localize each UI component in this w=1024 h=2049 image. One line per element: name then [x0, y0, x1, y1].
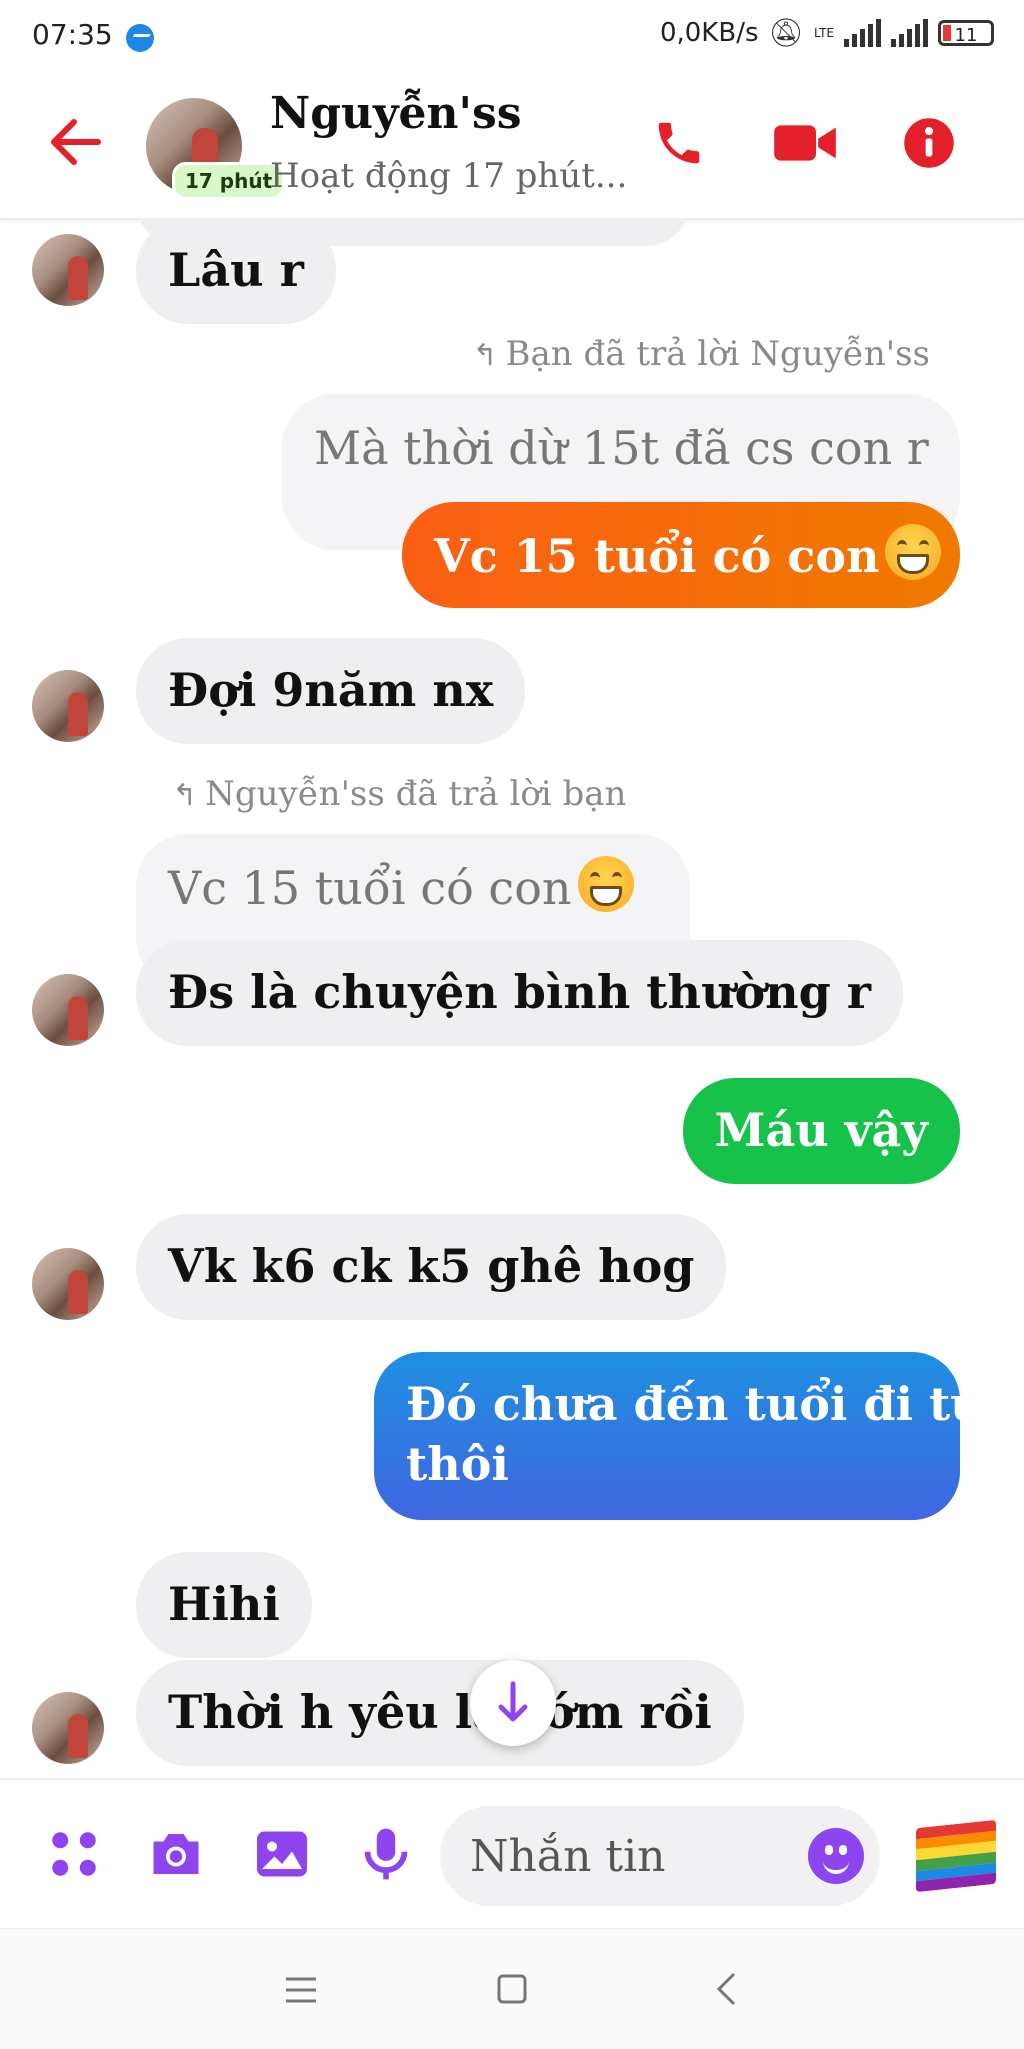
grinning-emoji-icon: [885, 524, 942, 580]
back-arrow-icon[interactable]: [46, 116, 102, 168]
status-bar: 07:35 0,0KB/s 🔕︎ LTE 11: [0, 0, 1024, 72]
microphone-icon[interactable]: [358, 1824, 414, 1884]
message-sent[interactable]: Đó chưa đến tuổi đi tù thôi: [374, 1352, 984, 1520]
reply-note: ↰ Bạn đã trả lời Nguyễn'ss: [472, 334, 930, 374]
composer-bar: [0, 1778, 1024, 1930]
apps-grid-icon[interactable]: [44, 1824, 104, 1884]
emoji-icon[interactable]: [808, 1828, 864, 1884]
arrow-down-icon: [498, 1681, 528, 1722]
message-received[interactable]: Đợi 9năm nx: [136, 638, 526, 744]
rainbow-flag-icon[interactable]: [916, 1819, 996, 1893]
reply-arrow-icon: ↰: [472, 338, 498, 373]
home-square-icon[interactable]: [496, 1973, 528, 2005]
status-time: 07:35: [32, 18, 113, 51]
sender-avatar[interactable]: [32, 1692, 104, 1764]
menu-icon[interactable]: [284, 1975, 318, 2005]
battery-level: 11: [954, 24, 978, 46]
network-type: LTE: [814, 25, 834, 40]
image-icon[interactable]: [252, 1824, 312, 1884]
message-received[interactable]: Thời h yêu là sớm rồi: [136, 1660, 744, 1766]
message-sent[interactable]: Vc 15 tuổi có con: [402, 502, 960, 608]
message-received[interactable]: Đs là chuyện bình thường r: [136, 940, 903, 1046]
info-icon[interactable]: [902, 116, 956, 170]
active-time-badge: 17 phút: [172, 162, 286, 200]
sender-avatar[interactable]: [32, 974, 104, 1046]
message-sent[interactable]: Máu vậy: [682, 1078, 960, 1184]
back-chevron-icon[interactable]: [714, 1971, 738, 2007]
camera-icon[interactable]: [146, 1824, 206, 1884]
message-received[interactable]: Hihi: [136, 1552, 312, 1658]
reply-note: ↰ Nguyễn'ss đã trả lời bạn: [172, 774, 627, 814]
scroll-to-bottom-button[interactable]: [470, 1660, 556, 1746]
status-indicators: 0,0KB/s 🔕︎ LTE 11: [660, 16, 994, 49]
phone-icon[interactable]: [652, 116, 706, 170]
battery-icon: 11: [938, 19, 994, 46]
network-speed: 0,0KB/s: [659, 17, 759, 48]
contact-name[interactable]: Nguyễn'ss: [270, 88, 522, 139]
mute-bell-icon: 🔕︎: [768, 16, 805, 49]
system-nav-bar: [0, 1928, 1024, 2049]
signal-icon: [844, 18, 881, 47]
message-received[interactable]: Lâu r: [136, 218, 336, 324]
messenger-notification-icon: [126, 24, 154, 52]
sender-avatar[interactable]: [32, 234, 104, 306]
message-received[interactable]: Vk k6 ck k5 ghê hog: [136, 1214, 727, 1320]
grinning-emoji-icon: [577, 856, 634, 912]
chat-header: 17 phút Nguyễn'ss Hoạt động 17 phút...: [0, 72, 1024, 220]
message-list[interactable]: Lâu r ↰ Bạn đã trả lời Nguyễn'ss Mà thời …: [0, 218, 1024, 1778]
video-camera-icon[interactable]: [772, 116, 838, 170]
contact-status: Hoạt động 17 phút...: [270, 156, 628, 196]
sender-avatar[interactable]: [32, 670, 104, 742]
sender-avatar[interactable]: [32, 1248, 104, 1320]
signal-icon: [891, 18, 928, 47]
reply-arrow-icon: ↰: [172, 778, 198, 813]
